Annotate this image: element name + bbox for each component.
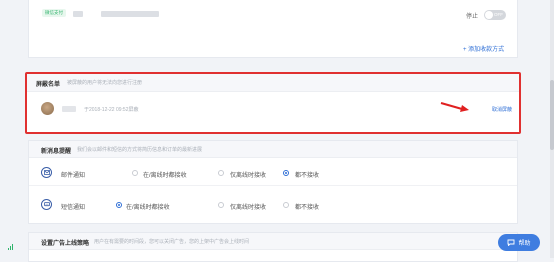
signal-icon: [8, 244, 13, 250]
email-option-both-radio[interactable]: [132, 170, 138, 176]
help-button[interactable]: 帮助: [498, 234, 540, 251]
email-option-none-radio[interactable]: [283, 170, 289, 176]
blocklist-header: 屏蔽名单 被屏蔽的用户将无法向您进行注册: [27, 74, 519, 92]
sms-notify-row: 短信通知 在/离线时都接收 仅离线时接收 都不接收: [29, 193, 517, 217]
email-option-both-label[interactable]: 在/离线时都接收: [143, 170, 187, 179]
notify-desc: 我们会以邮件和短信的方式将简历信息和订单的最新进展: [77, 147, 203, 153]
sms-option-offline-radio[interactable]: [218, 202, 224, 208]
blocked-time: 于2018-12-22 09:52屏蔽: [84, 107, 139, 113]
blocked-user-name-blurred: [62, 106, 76, 112]
email-option-offline-radio[interactable]: [218, 170, 224, 176]
notify-title: 新消息提醒: [41, 149, 72, 155]
toggle-state-label: OFF: [494, 12, 503, 17]
sms-option-both-radio[interactable]: [116, 202, 122, 208]
email-notify-row: 邮件通知 在/离线时都接收 仅离线时接收 都不接收: [29, 161, 517, 186]
email-icon: [41, 167, 52, 178]
account-name-blurred: [73, 11, 83, 17]
ads-title: 设置广告上线策略: [41, 241, 90, 247]
payment-status-label: 停止: [466, 14, 479, 20]
email-option-offline-label[interactable]: 仅离线时接收: [230, 170, 266, 179]
blocked-user-avatar: [41, 102, 54, 115]
help-label: 帮助: [518, 241, 531, 247]
sms-option-offline-label[interactable]: 仅离线时接收: [230, 202, 266, 211]
annotation-arrow-icon: [440, 102, 469, 112]
ads-desc: 用户在有需要的时间段，您可以关闭广告，您的上架中广告会上线时间: [94, 239, 250, 245]
sms-option-none-radio[interactable]: [283, 202, 289, 208]
notify-header: 新消息提醒 我们会以邮件和短信的方式将简历信息和订单的最新进展: [29, 141, 517, 158]
sms-notify-label: 短信通知: [61, 205, 86, 211]
chat-bubble-icon: [508, 239, 515, 246]
payment-toggle[interactable]: OFF: [484, 10, 506, 20]
toggle-knob: [485, 11, 493, 19]
email-option-none-label[interactable]: 都不接收: [295, 170, 319, 179]
email-notify-label: 邮件通知: [61, 173, 86, 179]
unblock-link[interactable]: 取消屏蔽: [492, 106, 512, 113]
blocklist-title: 屏蔽名单: [36, 82, 61, 88]
sms-icon: [41, 199, 52, 210]
blocklist-desc: 被屏蔽的用户将无法向您进行注册: [67, 80, 143, 86]
account-id-blurred: [101, 11, 159, 17]
ads-header: 设置广告上线策略 用户在有需要的时间段，您可以关闭广告，您的上架中广告会上线时间: [29, 233, 517, 250]
payment-card: 微信支付 停止 OFF + 添加收款方式: [28, 0, 518, 58]
sms-option-none-label[interactable]: 都不接收: [295, 202, 319, 211]
notify-card: 新消息提醒 我们会以邮件和短信的方式将简历信息和订单的最新进展 邮件通知 在/离…: [28, 140, 518, 224]
sms-option-both-label[interactable]: 在/离线时都接收: [126, 202, 170, 211]
scrollbar-thumb[interactable]: [550, 80, 554, 150]
wechat-pay-badge: 微信支付: [42, 9, 66, 17]
add-payment-method-link[interactable]: + 添加收款方式: [463, 44, 504, 53]
